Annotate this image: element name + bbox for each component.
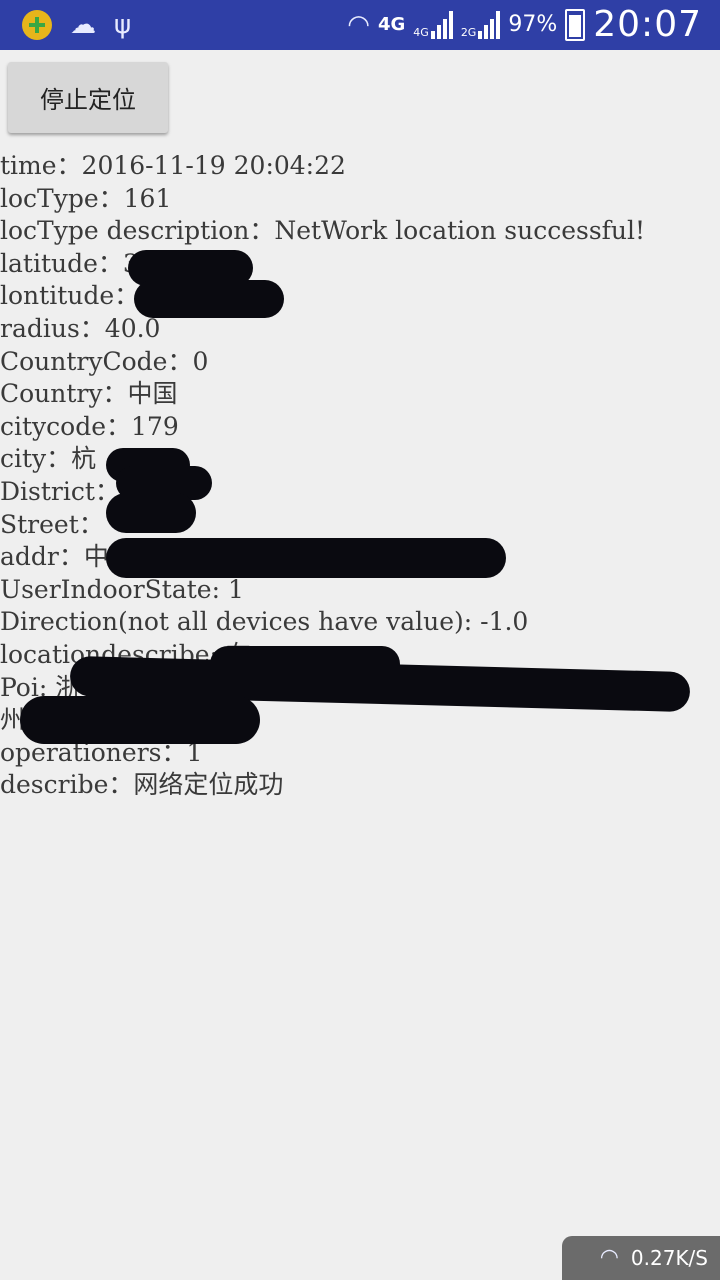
network-type-label: 4G [377, 14, 406, 35]
wifi-icon: ◠ [599, 1245, 619, 1270]
sim2-label: 2G [460, 25, 477, 39]
app-plus-icon [22, 10, 52, 40]
info-line-indoor-state: UserIndoorState: 1 [0, 574, 244, 604]
redaction-scribble [106, 493, 196, 533]
info-line-citycode: citycode：179 [0, 411, 179, 441]
status-bar: ☁ ψ ◠ 4G 4G 2G 97% 20:07 [0, 0, 720, 50]
info-line-radius: radius：40.0 [0, 313, 161, 343]
wifi-icon: ◠ [347, 9, 370, 40]
info-line-loctype-description: locType description：NetWork location suc… [0, 216, 646, 246]
info-line-latitude: latitude：3 [0, 248, 139, 278]
info-line-country-code: CountryCode：0 [0, 346, 209, 376]
signal-sim2-icon [478, 10, 501, 39]
sim1-label: 4G [413, 25, 429, 39]
battery-percent: 97% [508, 12, 558, 37]
info-line-time: time：2016-11-19 20:04:22 [0, 151, 346, 180]
redaction-scribble [134, 280, 284, 318]
info-line-country: Country：中国 [0, 379, 178, 409]
info-line-describe: describe：网络定位成功 [0, 770, 284, 800]
info-line-loctype: locType：161 [0, 183, 172, 213]
info-line-longitude: lontitude： [0, 281, 140, 311]
stop-location-button[interactable]: 停止定位 [8, 62, 168, 133]
info-line-direction: Direction(not all devices have value): -… [0, 607, 529, 637]
redaction-scribble [106, 538, 506, 578]
network-speed-badge: ◠ 0.27K/S [562, 1236, 720, 1280]
usb-icon: ψ [114, 10, 132, 40]
battery-icon [565, 8, 586, 41]
redaction-scribble [20, 696, 260, 744]
network-speed: 0.27K/S [630, 1246, 708, 1270]
cloud-rain-icon: ☁ [70, 10, 96, 40]
signal-sim1-icon [430, 10, 453, 39]
clock: 20:07 [593, 4, 702, 45]
